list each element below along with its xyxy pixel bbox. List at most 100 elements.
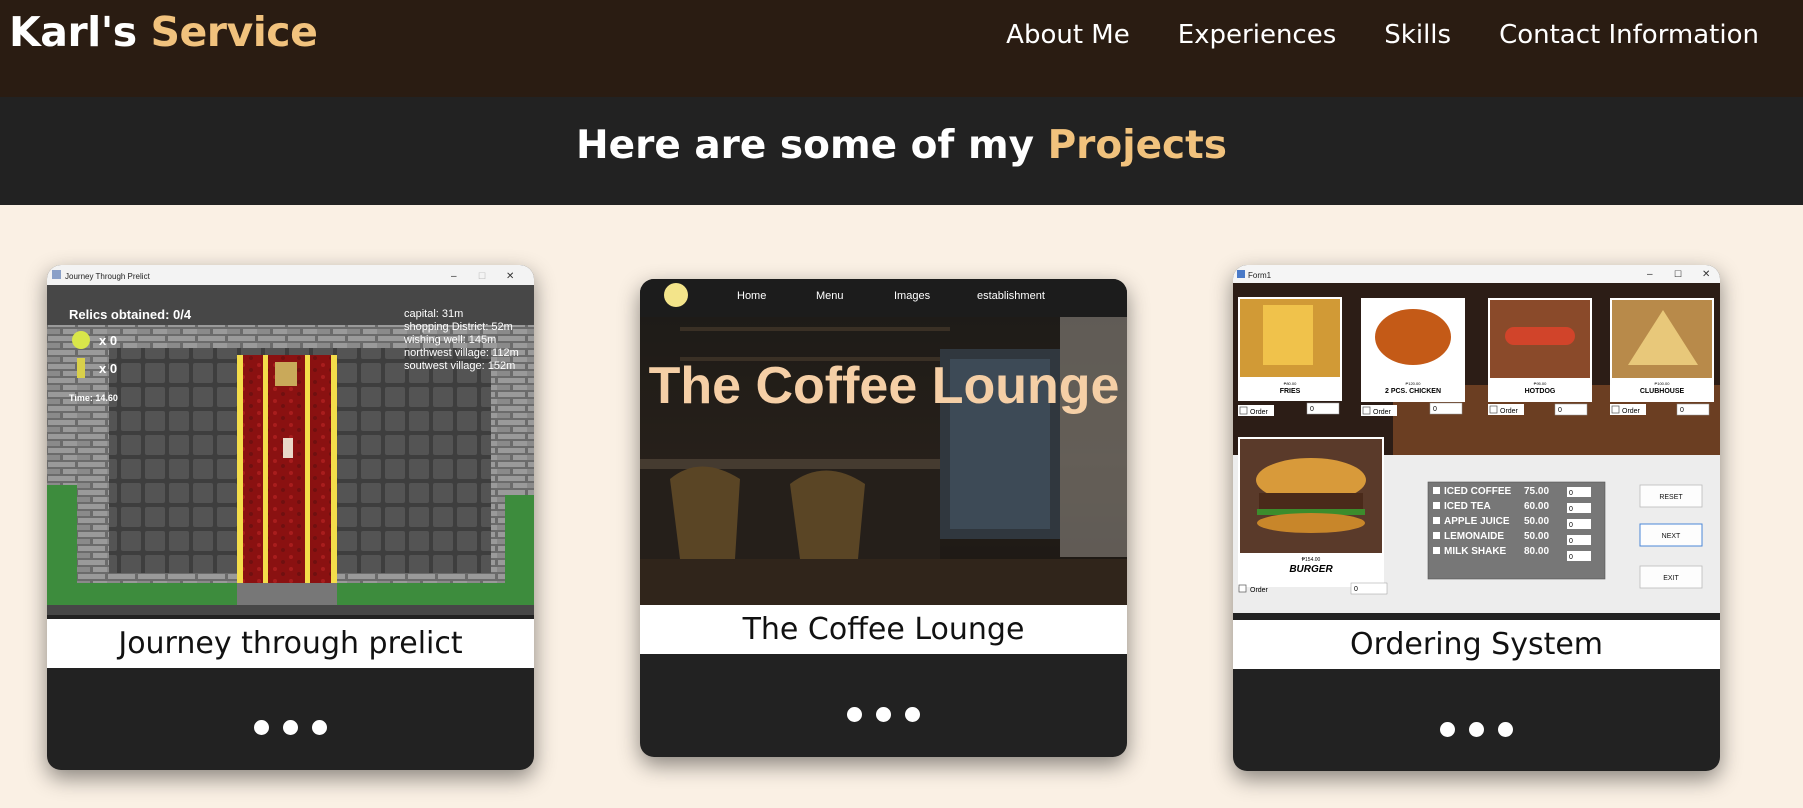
coffee-nav-establishment: establishment xyxy=(977,290,1045,302)
coffee-hero-title: The Coffee Lounge xyxy=(649,357,1120,415)
svg-text:0: 0 xyxy=(1310,406,1314,413)
project-caption-journey: Journey through prelict xyxy=(47,619,534,668)
item-burger-name: BURGER xyxy=(1289,564,1333,575)
distance-wishing-well: wishing well: 145m xyxy=(403,334,496,346)
svg-text:0: 0 xyxy=(1558,407,1562,414)
coffee-site-screenshot: Home Menu Images establishment The Coffe… xyxy=(640,279,1127,605)
main-nav: About Me Experiences Skills Contact Info… xyxy=(958,20,1759,50)
svg-text:0: 0 xyxy=(1569,522,1573,529)
form-app-icon xyxy=(1237,270,1245,278)
svg-text:Order: Order xyxy=(1250,409,1269,416)
dot-icon xyxy=(905,707,920,722)
svg-text:Order: Order xyxy=(1250,587,1269,594)
minimize-icon: – xyxy=(451,271,457,282)
svg-text:0: 0 xyxy=(1680,407,1684,414)
item-burger: ₱154.00 BURGER xyxy=(1238,437,1384,587)
ordering-form-screenshot: Form1 – ☐ ✕ ₱80.00 FRIES ₱120.00 2 PCS. … xyxy=(1233,265,1720,620)
dot-icon xyxy=(876,707,891,722)
nav-contact-information[interactable]: Contact Information xyxy=(1499,20,1759,50)
project-card-coffee-lounge[interactable]: Home Menu Images establishment The Coffe… xyxy=(640,279,1127,757)
project-screenshot-coffee: Home Menu Images establishment The Coffe… xyxy=(640,279,1127,605)
item-chicken-price: ₱120.00 xyxy=(1406,381,1422,386)
project-card-ordering-system[interactable]: Form1 – ☐ ✕ ₱80.00 FRIES ₱120.00 2 PCS. … xyxy=(1233,265,1720,771)
guard-sprite xyxy=(275,362,297,386)
svg-text:EXIT: EXIT xyxy=(1663,575,1679,582)
exit-button[interactable]: EXIT xyxy=(1639,565,1703,589)
dot-icon xyxy=(312,720,327,735)
logo-accent: Service xyxy=(150,8,318,56)
svg-text:50.00: 50.00 xyxy=(1524,531,1549,542)
svg-text:0: 0 xyxy=(1569,554,1573,561)
dot-icon xyxy=(283,720,298,735)
projects-heading-main: Here are some of my xyxy=(576,123,1035,168)
projects-heading: Here are some of my Projects xyxy=(0,97,1803,195)
item-fries-name: FRIES xyxy=(1280,388,1301,395)
coffee-nav-home: Home xyxy=(737,290,766,302)
site-logo[interactable]: Karl's Service xyxy=(9,8,318,56)
nav-skills[interactable]: Skills xyxy=(1384,20,1451,50)
close-icon: ✕ xyxy=(506,271,514,282)
dot-icon xyxy=(254,720,269,735)
dot-icon xyxy=(1440,722,1455,737)
coffee-nav-menu: Menu xyxy=(816,290,844,302)
item-clubhouse: ₱100.00 CLUBHOUSE xyxy=(1610,298,1714,402)
distance-capital: capital: 31m xyxy=(404,308,463,320)
coffee-logo-icon xyxy=(664,283,688,307)
item-chicken-name: 2 PCS. CHICKEN xyxy=(1385,388,1441,395)
svg-text:0: 0 xyxy=(1569,538,1573,545)
reset-button[interactable]: RESET xyxy=(1639,484,1703,508)
coffee-nav-images: Images xyxy=(894,290,931,302)
maximize-icon: ☐ xyxy=(1674,269,1682,279)
svg-text:NEXT: NEXT xyxy=(1662,533,1681,540)
svg-text:0: 0 xyxy=(1569,506,1573,513)
minimize-icon: – xyxy=(1647,269,1653,280)
game-timer: Time: 14.60 xyxy=(69,393,118,403)
close-icon: ✕ xyxy=(1702,269,1710,280)
key-count: x 0 xyxy=(99,361,117,376)
orb-count: x 0 xyxy=(99,333,117,348)
player-sprite xyxy=(283,438,293,458)
svg-text:Order: Order xyxy=(1500,408,1519,415)
svg-text:80.00: 80.00 xyxy=(1524,546,1549,557)
svg-text:APPLE JUICE: APPLE JUICE xyxy=(1444,516,1510,527)
svg-text:0: 0 xyxy=(1433,406,1437,413)
more-dots[interactable] xyxy=(47,720,534,740)
svg-text:ICED TEA: ICED TEA xyxy=(1444,501,1491,512)
maximize-icon: ☐ xyxy=(478,271,486,281)
item-hotdog-name: HOTDOG xyxy=(1525,388,1556,395)
dot-icon xyxy=(1469,722,1484,737)
dot-icon xyxy=(847,707,862,722)
distance-shopping: shopping District: 52m xyxy=(404,321,513,333)
more-dots[interactable] xyxy=(640,707,1127,727)
item-hotdog-price: ₱95.00 xyxy=(1534,381,1547,386)
svg-text:0: 0 xyxy=(1354,586,1358,593)
dot-icon xyxy=(1498,722,1513,737)
game-screenshot: Journey Through Prelict – ☐ ✕ Relics obt… xyxy=(47,265,534,615)
svg-text:MILK SHAKE: MILK SHAKE xyxy=(1444,546,1507,557)
svg-text:Order: Order xyxy=(1622,408,1641,415)
item-burger-price: ₱154.00 xyxy=(1302,557,1321,563)
projects-title-bar: Here are some of my Projects xyxy=(0,97,1803,205)
item-fries: ₱80.00 FRIES xyxy=(1238,297,1342,401)
form-window-title: Form1 xyxy=(1248,271,1272,280)
java-app-icon xyxy=(52,270,61,279)
site-header: Karl's Service About Me Experiences Skil… xyxy=(0,0,1803,97)
nav-experiences[interactable]: Experiences xyxy=(1178,20,1337,50)
nav-about-me[interactable]: About Me xyxy=(1006,20,1130,50)
project-screenshot-ordering: Form1 – ☐ ✕ ₱80.00 FRIES ₱120.00 2 PCS. … xyxy=(1233,265,1720,620)
svg-text:0: 0 xyxy=(1569,490,1573,497)
distance-northwest: northwest village: 112m xyxy=(404,347,519,359)
logo-main: Karl's xyxy=(9,8,137,56)
key-icon xyxy=(77,358,85,378)
item-clubhouse-name: CLUBHOUSE xyxy=(1640,388,1685,395)
project-card-journey[interactable]: Journey Through Prelict – ☐ ✕ Relics obt… xyxy=(47,265,534,770)
svg-text:RESET: RESET xyxy=(1659,494,1683,501)
svg-text:50.00: 50.00 xyxy=(1524,516,1549,527)
drinks-panel[interactable]: ICED COFFEE 75.00 ICED TEA 60.00 APPLE J… xyxy=(1427,481,1606,580)
svg-text:ICED COFFEE: ICED COFFEE xyxy=(1444,486,1512,497)
more-dots[interactable] xyxy=(1233,722,1720,742)
relic-orb-icon xyxy=(72,331,90,349)
next-button[interactable]: NEXT xyxy=(1639,523,1703,547)
relics-counter: Relics obtained: 0/4 xyxy=(69,307,192,322)
project-caption-coffee: The Coffee Lounge xyxy=(640,605,1127,654)
